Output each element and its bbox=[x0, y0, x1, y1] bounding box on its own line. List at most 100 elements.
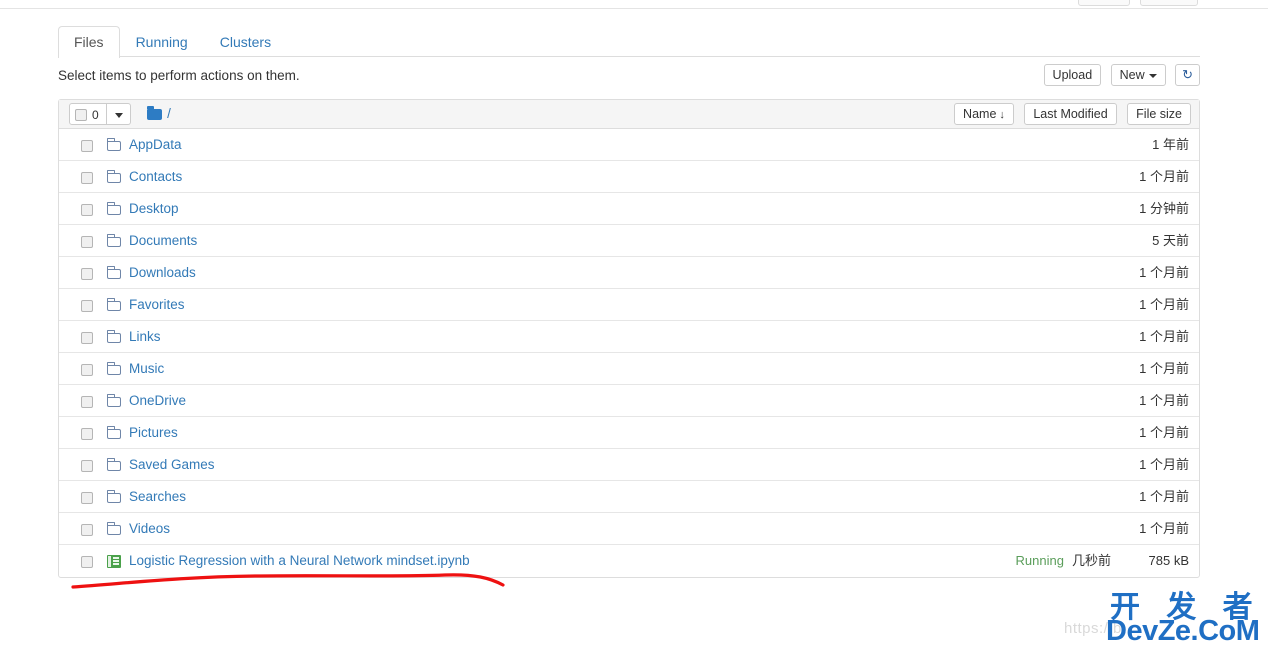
row-checkbox-icon[interactable] bbox=[81, 300, 93, 312]
row-modified-time: 1 分钟前 bbox=[1139, 201, 1189, 216]
row-name-link[interactable]: Pictures bbox=[129, 417, 178, 449]
folder-icon-glyph bbox=[106, 490, 121, 503]
table-row[interactable]: Links 1 个月前 bbox=[59, 321, 1199, 353]
table-row[interactable]: Documents 5 天前 bbox=[59, 225, 1199, 257]
sort-by-file-size-button[interactable]: File size bbox=[1127, 103, 1191, 125]
row-name-link[interactable]: AppData bbox=[129, 129, 182, 161]
row-checkbox-icon[interactable] bbox=[81, 140, 93, 152]
row-modified-time: 1 个月前 bbox=[1139, 425, 1189, 440]
folder-icon-glyph bbox=[106, 138, 121, 151]
table-row[interactable]: Desktop 1 分钟前 bbox=[59, 193, 1199, 225]
table-row[interactable]: Pictures 1 个月前 bbox=[59, 417, 1199, 449]
header-left-controls: 0 / bbox=[69, 103, 171, 125]
row-checkbox-icon[interactable] bbox=[81, 428, 93, 440]
checkbox-icon[interactable] bbox=[75, 108, 87, 121]
select-all-group: 0 bbox=[69, 103, 131, 125]
row-meta: 1 个月前 bbox=[1139, 257, 1189, 289]
notebook-icon bbox=[107, 554, 123, 568]
watermark: https://b 开 发 者 DevZe.CoM bbox=[1058, 582, 1268, 648]
row-meta: 1 个月前 bbox=[1139, 449, 1189, 481]
folder-icon bbox=[106, 202, 123, 216]
folder-icon-glyph bbox=[106, 522, 121, 535]
folder-icon-glyph bbox=[106, 394, 121, 407]
breadcrumb-path[interactable]: / bbox=[167, 103, 171, 125]
folder-icon-glyph bbox=[106, 330, 121, 343]
row-checkbox-icon[interactable] bbox=[81, 556, 93, 568]
row-checkbox-icon[interactable] bbox=[81, 460, 93, 472]
breadcrumb[interactable]: / bbox=[147, 103, 171, 125]
table-row[interactable]: Downloads 1 个月前 bbox=[59, 257, 1199, 289]
table-row[interactable]: Videos 1 个月前 bbox=[59, 513, 1199, 545]
row-name-link[interactable]: Searches bbox=[129, 481, 186, 513]
table-row[interactable]: Searches 1 个月前 bbox=[59, 481, 1199, 513]
table-row[interactable]: Music 1 个月前 bbox=[59, 353, 1199, 385]
row-name-link[interactable]: Downloads bbox=[129, 257, 196, 289]
row-name-link[interactable]: Videos bbox=[129, 513, 170, 545]
header-button-stub-1[interactable] bbox=[1078, 0, 1130, 6]
row-name-link[interactable]: Links bbox=[129, 321, 161, 353]
file-rows: AppData 1 年前 Contacts 1 个月前 Desktop 1 分钟前 Docu… bbox=[59, 129, 1199, 577]
table-row[interactable]: Favorites 1 个月前 bbox=[59, 289, 1199, 321]
table-row[interactable]: Saved Games 1 个月前 bbox=[59, 449, 1199, 481]
row-meta: 1 年前 bbox=[1152, 129, 1189, 161]
sort-controls: Name ↓ Last Modified File size bbox=[948, 103, 1191, 125]
folder-icon bbox=[106, 458, 123, 472]
table-row[interactable]: OneDrive 1 个月前 bbox=[59, 385, 1199, 417]
refresh-icon: ↻ bbox=[1182, 67, 1193, 82]
table-row[interactable]: AppData 1 年前 bbox=[59, 129, 1199, 161]
folder-icon bbox=[106, 330, 123, 344]
row-name-link[interactable]: Documents bbox=[129, 225, 197, 257]
sort-modified-label: Last Modified bbox=[1033, 107, 1108, 121]
tab-bar: Files Running Clusters bbox=[58, 26, 1200, 58]
row-checkbox-icon[interactable] bbox=[81, 236, 93, 248]
sort-descending-icon: ↓ bbox=[999, 109, 1005, 121]
table-row[interactable]: Logistic Regression with a Neural Networ… bbox=[59, 545, 1199, 577]
sort-name-label: Name bbox=[963, 107, 997, 121]
row-checkbox-icon[interactable] bbox=[81, 364, 93, 376]
row-name-link[interactable]: Contacts bbox=[129, 161, 182, 193]
row-name-link[interactable]: Desktop bbox=[129, 193, 179, 225]
row-meta: 1 个月前 bbox=[1139, 289, 1189, 321]
tab-files[interactable]: Files bbox=[58, 26, 120, 58]
row-name-link[interactable]: Saved Games bbox=[129, 449, 215, 481]
selection-dropdown-button[interactable] bbox=[106, 103, 131, 125]
row-name-link[interactable]: Music bbox=[129, 353, 164, 385]
new-button[interactable]: New bbox=[1110, 64, 1166, 86]
folder-icon bbox=[106, 394, 123, 408]
folder-icon bbox=[106, 490, 123, 504]
select-all-button[interactable]: 0 bbox=[69, 103, 107, 125]
folder-icon bbox=[106, 266, 123, 280]
folder-icon bbox=[147, 105, 163, 120]
upload-button[interactable]: Upload bbox=[1043, 64, 1102, 86]
row-file-size: 785 kB bbox=[1148, 553, 1189, 568]
folder-icon bbox=[106, 298, 123, 312]
row-modified-time: 1 年前 bbox=[1152, 137, 1189, 152]
row-checkbox-icon[interactable] bbox=[81, 204, 93, 216]
row-checkbox-icon[interactable] bbox=[81, 396, 93, 408]
row-meta: 1 个月前 bbox=[1139, 353, 1189, 385]
watermark-english: DevZe.CoM bbox=[1106, 615, 1260, 647]
jupyter-file-browser: Files Running Clusters Select items to p… bbox=[0, 0, 1268, 648]
row-checkbox-icon[interactable] bbox=[81, 332, 93, 344]
row-name-link[interactable]: Favorites bbox=[129, 289, 185, 321]
tab-clusters[interactable]: Clusters bbox=[204, 26, 287, 57]
row-name-link[interactable]: OneDrive bbox=[129, 385, 186, 417]
row-meta: 1 分钟前 bbox=[1139, 193, 1189, 225]
folder-icon-glyph bbox=[106, 234, 121, 247]
sort-by-name-button[interactable]: Name ↓ bbox=[954, 103, 1014, 125]
row-checkbox-icon[interactable] bbox=[81, 492, 93, 504]
row-checkbox-icon[interactable] bbox=[81, 172, 93, 184]
header-button-stub-2[interactable] bbox=[1140, 0, 1198, 6]
row-checkbox-icon[interactable] bbox=[81, 268, 93, 280]
actions-row: Select items to perform actions on them.… bbox=[58, 64, 1200, 92]
row-name-link[interactable]: Logistic Regression with a Neural Networ… bbox=[129, 545, 470, 577]
caret-down-icon bbox=[1148, 73, 1157, 78]
refresh-button[interactable]: ↻ bbox=[1175, 64, 1200, 86]
tab-running[interactable]: Running bbox=[120, 26, 204, 57]
row-modified-time: 1 个月前 bbox=[1139, 393, 1189, 408]
row-checkbox-icon[interactable] bbox=[81, 524, 93, 536]
folder-icon bbox=[106, 234, 123, 248]
sort-by-last-modified-button[interactable]: Last Modified bbox=[1024, 103, 1117, 125]
table-row[interactable]: Contacts 1 个月前 bbox=[59, 161, 1199, 193]
folder-icon-glyph bbox=[106, 458, 121, 471]
